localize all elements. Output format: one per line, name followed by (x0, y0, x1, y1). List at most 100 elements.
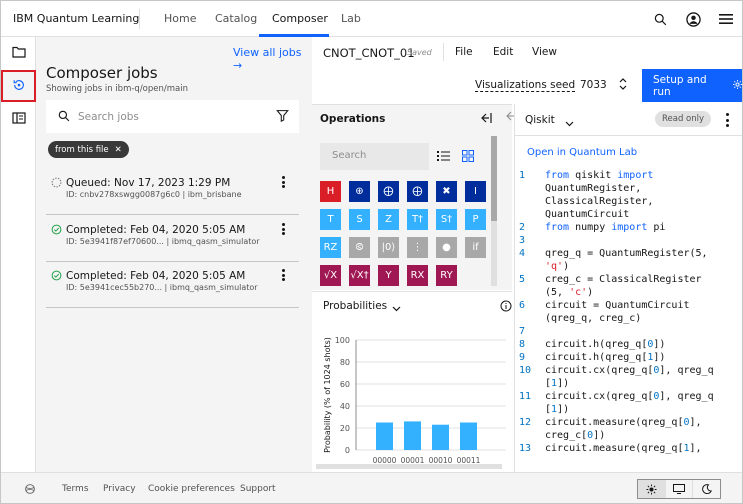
gate-9[interactable]: T† (407, 209, 428, 230)
gate-16[interactable]: ● (436, 237, 457, 258)
gate-22[interactable]: RY (436, 265, 457, 286)
line-number: 5 (519, 274, 526, 285)
setup-and-run-button[interactable]: Setup and run (642, 69, 742, 102)
code-text: [1]) (545, 378, 570, 389)
seed-stepper-icon[interactable] (619, 77, 627, 94)
gate-10[interactable]: S† (436, 209, 457, 230)
list-view-icon[interactable] (437, 150, 450, 165)
probabilities-title[interactable]: Probabilities (323, 300, 387, 312)
gate-11[interactable]: P (465, 209, 486, 230)
gate-8[interactable]: Z (378, 209, 399, 230)
nav-lab[interactable]: Lab (341, 12, 361, 25)
footer-link-privacy[interactable]: Privacy (103, 484, 136, 494)
chevron-down-icon[interactable] (565, 117, 574, 130)
gate-4[interactable]: ✖ (436, 181, 457, 202)
menu-edit[interactable]: Edit (493, 46, 513, 58)
footer-link-support[interactable]: Support (240, 484, 276, 494)
menu-file[interactable]: File (455, 46, 473, 58)
composer-jobs-icon (12, 78, 26, 95)
view-all-jobs-link[interactable]: View all jobs → (233, 46, 312, 72)
theme-switcher (637, 479, 721, 499)
language-select[interactable]: Qiskit (525, 114, 555, 126)
overflow-menu-icon[interactable] (278, 174, 288, 190)
chart-scrollbar[interactable] (316, 464, 502, 469)
nav-composer[interactable]: Composer (272, 12, 328, 25)
grid-view-icon[interactable] (462, 150, 474, 165)
gate-14[interactable]: |0⟩ (378, 237, 399, 258)
visualizations-seed-label[interactable]: Visualizations seed (475, 79, 576, 92)
qiskit-logo-icon (23, 482, 37, 499)
gear-icon (732, 79, 742, 93)
code-text: circuit.h(qreg_q[1]) (545, 352, 666, 363)
gate-17[interactable]: if (465, 237, 486, 258)
job-list-item[interactable]: Completed: Feb 04, 2020 5:05 AM ID: 5e39… (46, 216, 299, 262)
light-theme-icon[interactable] (638, 480, 666, 498)
search-jobs-placeholder: Search jobs (78, 111, 139, 123)
job-status: Completed: Feb 04, 2020 5:05 AM (66, 270, 246, 282)
gate-21[interactable]: RX (407, 265, 428, 286)
app-window: IBM Quantum Learning Home Catalog Compos… (0, 0, 743, 504)
code-panel-header: Qiskit Read only (515, 104, 742, 136)
code-text: QuantumCircuit (545, 209, 630, 220)
filter-tag[interactable]: from this file ✕ (48, 141, 129, 158)
line-number: 11 (519, 391, 532, 402)
rail-docs-button[interactable] (1, 103, 36, 135)
completed-icon (51, 270, 62, 281)
menu-view[interactable]: View (532, 46, 557, 58)
footer-link-cookie-preferences[interactable]: Cookie preferences (148, 484, 235, 494)
code-editor[interactable]: 1 from qiskit import QuantumRegister, Class… (515, 169, 742, 469)
collapse-panel-icon[interactable] (480, 112, 492, 127)
info-icon[interactable] (500, 300, 512, 315)
composer-jobs-panel: View all jobs → Composer jobs Showing jo… (36, 37, 312, 472)
job-list-item[interactable]: Completed: Feb 04, 2020 5:05 AM ID: 5e39… (46, 262, 299, 308)
user-icon[interactable] (684, 10, 702, 28)
gate-7[interactable]: S (349, 209, 370, 230)
system-theme-icon[interactable] (666, 480, 694, 498)
overflow-menu-icon[interactable] (278, 221, 288, 237)
visualizations-seed-value[interactable]: 7033 (580, 79, 607, 91)
rail-composer-jobs-button[interactable] (1, 70, 36, 102)
code-text: (5, 'c') (545, 287, 594, 298)
gate-1[interactable]: ⊕ (349, 181, 370, 202)
code-text: QuantumRegister, (545, 183, 642, 194)
gate-13[interactable]: ⧀ (349, 237, 370, 258)
gate-20[interactable]: Y (378, 265, 399, 286)
search-icon[interactable] (651, 10, 669, 28)
job-list-item[interactable]: Queued: Nov 17, 2023 1:29 PM ID: cnbv278… (46, 169, 299, 215)
open-in-quantum-lab-link[interactable]: Open in Quantum Lab (527, 147, 637, 158)
gate-2[interactable]: ⨁ (378, 181, 399, 202)
gate-0[interactable]: H (320, 181, 341, 202)
gate-19[interactable]: √X† (349, 265, 370, 286)
gate-6[interactable]: T (320, 209, 341, 230)
code-text: circuit.h(qreg_q[0]) (545, 339, 666, 350)
close-icon[interactable]: ✕ (115, 145, 122, 155)
overflow-menu-icon[interactable] (278, 267, 288, 283)
file-name[interactable]: CNOT_CNOT_01 (323, 46, 415, 60)
line-number: 1 (519, 170, 526, 181)
nav-catalog[interactable]: Catalog (215, 12, 257, 25)
chevron-down-icon[interactable] (392, 302, 401, 315)
gate-15[interactable]: ⋮ (407, 237, 428, 258)
code-text: ClassicalRegister, (545, 196, 654, 207)
gate-18[interactable]: √X (320, 265, 341, 286)
gate-5[interactable]: I (465, 181, 486, 202)
rail-files-button[interactable] (1, 37, 36, 69)
scrollbar-thumb[interactable] (491, 136, 497, 221)
gate-12[interactable]: RZ (320, 237, 341, 258)
line-number: 7 (519, 326, 526, 337)
overflow-menu-icon[interactable] (725, 113, 729, 127)
footer: Terms Privacy Cookie preferences Support (1, 472, 742, 503)
filter-icon[interactable] (276, 109, 289, 125)
dark-theme-icon[interactable] (693, 480, 720, 498)
brand-logo[interactable]: IBM Quantum Learning (13, 12, 139, 25)
line-number: 13 (519, 443, 532, 454)
nav-home[interactable]: Home (164, 12, 196, 25)
probabilities-panel: Probabilities 0 20 40 60 80 100 Probability (%… (312, 291, 512, 471)
gate-palette: H ⊕ ⨁ ⨁ ✖ I T S Z T† S† P RZ ⧀ |0⟩ ⋮ ● if √X √X† Y RX RY (320, 181, 490, 289)
operations-scrollbar[interactable] (491, 136, 497, 286)
y-tick-label: 40 (340, 402, 350, 411)
menu-icon[interactable] (717, 10, 735, 28)
footer-link-terms[interactable]: Terms (62, 484, 89, 494)
queued-icon (51, 177, 62, 188)
gate-3[interactable]: ⨁ (407, 181, 428, 202)
